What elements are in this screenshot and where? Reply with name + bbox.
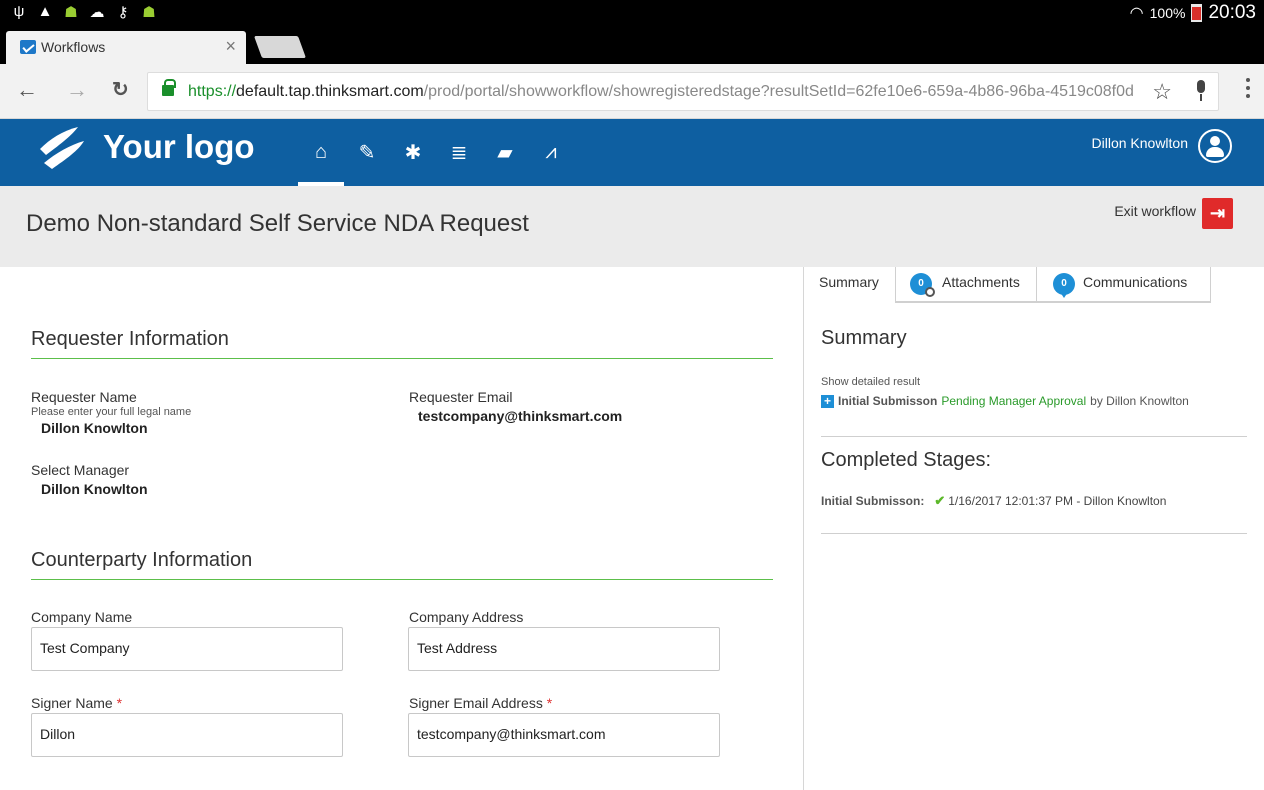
completed-stage-detail: 1/16/2017 12:01:37 PM - Dillon Knowlton	[948, 494, 1167, 508]
tab-attachments[interactable]: 0 Attachments	[896, 267, 1037, 301]
main-nav: ⌂ ✎ ✱ ≣ ▰ ⩘	[298, 119, 574, 186]
tab-close-icon[interactable]: ×	[225, 36, 236, 57]
key-icon: ⚷	[117, 4, 129, 21]
browser-tab-strip: Workflows ×	[0, 25, 1264, 64]
user-avatar-icon[interactable]	[1198, 129, 1232, 163]
manager-value: Dillon Knowlton	[41, 481, 148, 497]
side-panel-tabs: Summary 0 Attachments 0 Communications	[805, 267, 1211, 303]
url-host: default.tap.thinksmart.com	[236, 83, 424, 100]
current-status: + Initial Submisson Pending Manager Appr…	[821, 394, 1189, 408]
battery-percent: 100%	[1149, 4, 1186, 21]
expand-plus-icon[interactable]: +	[821, 394, 834, 408]
counterparty-section-title: Counterparty Information	[31, 549, 253, 571]
back-icon[interactable]: ←	[16, 77, 38, 103]
home-icon[interactable]: ⌂	[298, 119, 344, 186]
requester-email-value: testcompany@thinksmart.com	[418, 408, 623, 424]
browser-menu-icon[interactable]	[1246, 78, 1250, 98]
tab-summary-label: Summary	[819, 274, 879, 290]
required-mark: *	[546, 695, 553, 711]
status-pending: Pending Manager Approval	[941, 394, 1087, 408]
browser-toolbar: ← → ↻ https://default.tap.thinksmart.com…	[0, 64, 1264, 119]
status-stage: Initial Submisson	[838, 394, 938, 408]
checkmark-icon: ✔	[934, 493, 946, 508]
page-title-band: Demo Non-standard Self Service NDA Reque…	[0, 186, 1264, 267]
folder-icon[interactable]: ▰	[482, 119, 528, 186]
requester-section-title: Requester Information	[31, 328, 229, 350]
url-scheme: https://	[188, 83, 237, 100]
warning-icon: ▲	[37, 3, 53, 20]
company-name-label: Company Name	[31, 609, 133, 625]
signer-email-input[interactable]: testcompany@thinksmart.com	[408, 713, 720, 757]
status-by: by Dillon Knowlton	[1090, 394, 1189, 408]
logo-icon	[40, 127, 84, 169]
completed-stage-name: Initial Submisson:	[821, 494, 925, 508]
summary-heading: Summary	[821, 327, 907, 349]
exit-workflow-label[interactable]: Exit workflow	[1114, 203, 1196, 219]
wifi-icon: ◠	[1129, 4, 1144, 22]
address-bar[interactable]: https://default.tap.thinksmart.com/prod/…	[147, 72, 1219, 111]
url-path: /prod/portal/showworkflow/showregistered…	[423, 83, 1134, 100]
reload-icon[interactable]: ↻	[112, 77, 129, 102]
manager-label: Select Manager	[31, 462, 130, 478]
app-header: Your logo ⌂ ✎ ✱ ≣ ▰ ⩘ Dillon Knowlton	[0, 119, 1264, 186]
tab-communications[interactable]: 0 Communications	[1037, 267, 1211, 301]
signer-name-label: Signer Name *	[31, 695, 122, 711]
android-debug-icon: ☗	[142, 4, 156, 21]
chart-icon[interactable]: ⩘	[528, 119, 574, 186]
company-address-label: Company Address	[409, 609, 524, 625]
edit-form-icon[interactable]: ✎	[344, 119, 390, 186]
completed-stage-row: Initial Submisson: ✔ 1/16/2017 12:01:37 …	[821, 493, 1166, 509]
exit-workflow-button[interactable]: ⇥	[1202, 198, 1233, 229]
new-tab-button[interactable]	[253, 36, 307, 58]
company-address-input[interactable]: Test Address	[408, 627, 720, 671]
forward-icon[interactable]: →	[66, 77, 88, 103]
signer-email-label: Signer Email Address *	[409, 695, 552, 711]
usb-icon: ψ	[13, 3, 25, 20]
cloud-sync-icon: ☁	[89, 4, 105, 21]
page-title: Demo Non-standard Self Service NDA Reque…	[26, 210, 529, 237]
required-mark: *	[116, 695, 123, 711]
summary-divider	[821, 436, 1247, 437]
favicon-icon	[20, 40, 36, 54]
completed-stages-heading: Completed Stages:	[821, 449, 992, 471]
settings-icon[interactable]: ✱	[390, 119, 436, 186]
section-divider	[31, 358, 773, 359]
workflow-icon[interactable]: ≣	[436, 119, 482, 186]
bookmark-star-icon[interactable]: ☆	[1152, 79, 1172, 105]
requester-name-label: Requester Name	[31, 389, 137, 405]
notification-icons: ψ ▲ ☗ ☁ ⚷ ☗	[10, 3, 158, 21]
tab-attachments-label: Attachments	[942, 274, 1020, 290]
show-detailed-result-link[interactable]: Show detailed result	[821, 376, 920, 388]
android-icon: ☗	[64, 4, 78, 21]
user-name[interactable]: Dillon Knowlton	[1092, 135, 1189, 151]
url-text[interactable]: https://default.tap.thinksmart.com/prod/…	[188, 83, 1156, 101]
signer-email-label-text: Signer Email Address	[409, 695, 543, 711]
section-divider	[31, 579, 773, 580]
requester-email-label: Requester Email	[409, 389, 513, 405]
tab-communications-label: Communications	[1083, 274, 1188, 290]
battery-icon	[1191, 3, 1203, 22]
requester-name-hint: Please enter your full legal name	[31, 406, 192, 418]
lock-icon	[162, 79, 176, 96]
tab-title: Workflows	[41, 39, 106, 55]
clock: 20:03	[1208, 1, 1256, 23]
microphone-icon[interactable]	[1194, 80, 1208, 102]
logo-text[interactable]: Your logo	[103, 128, 255, 166]
completed-divider	[821, 533, 1247, 534]
signer-name-input[interactable]: Dillon	[31, 713, 343, 757]
company-name-input[interactable]: Test Company	[31, 627, 343, 671]
chat-bubble-icon	[1060, 292, 1068, 298]
signer-name-label-text: Signer Name	[31, 695, 113, 711]
system-status-bar: ψ ▲ ☗ ☁ ⚷ ☗ ◠ 100% 20:03	[0, 0, 1264, 25]
requester-name-value: Dillon Knowlton	[41, 420, 148, 436]
panel-divider	[803, 267, 804, 790]
tab-summary[interactable]: Summary	[805, 267, 896, 303]
browser-tab-workflows[interactable]: Workflows ×	[6, 31, 246, 64]
